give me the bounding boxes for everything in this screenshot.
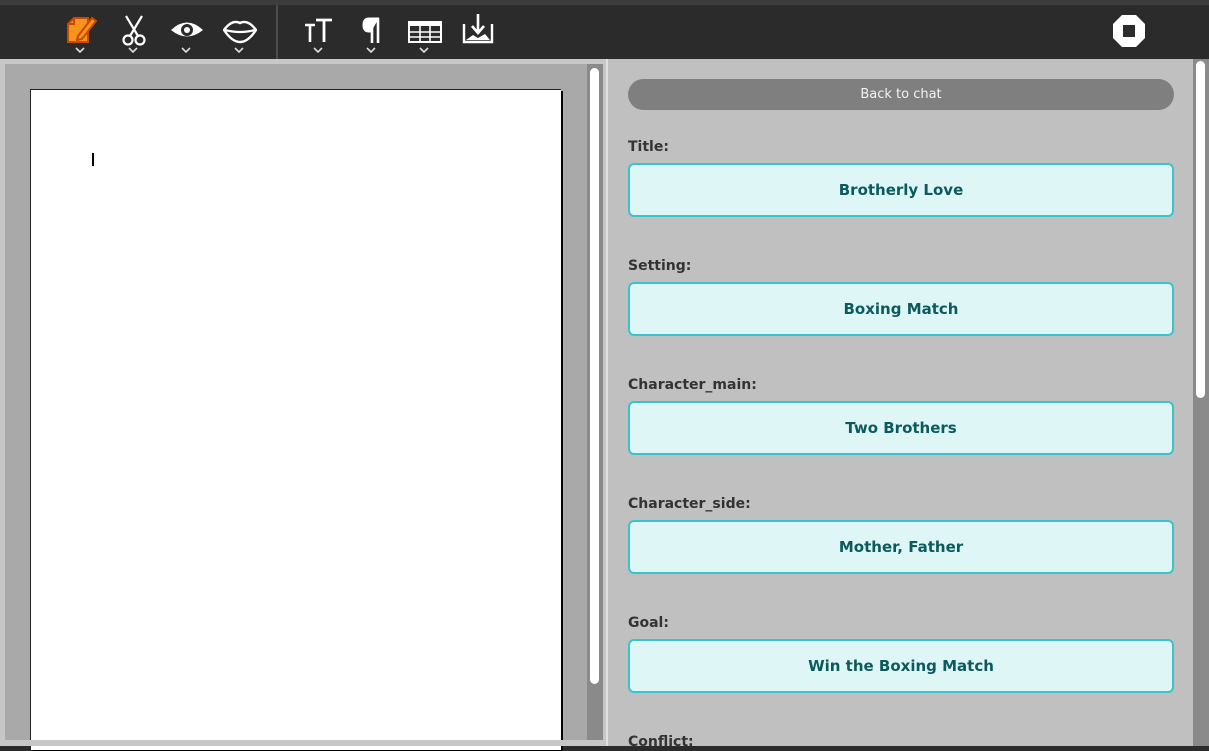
document-canvas	[5, 64, 603, 751]
save-tool-button[interactable]	[455, 5, 499, 59]
chevron-down-icon	[313, 47, 323, 53]
text-caret	[92, 153, 94, 166]
character-side-field[interactable]: Mother, Father	[628, 520, 1174, 574]
character-side-label: Character_side:	[628, 496, 751, 512]
text-size-icon	[305, 18, 332, 42]
document-pane	[0, 59, 606, 751]
setting-field[interactable]: Boxing Match	[628, 282, 1174, 336]
toolbar-separator	[276, 5, 278, 59]
story-form-pane: Back to chat Title: Brotherly Love Setti…	[608, 59, 1209, 746]
download-icon	[462, 14, 494, 44]
setting-label: Setting:	[628, 258, 692, 274]
paragraph-tool-button[interactable]	[349, 5, 393, 59]
goal-field[interactable]: Win the Boxing Match	[628, 639, 1174, 693]
document-scrollbar-thumb[interactable]	[590, 68, 599, 684]
scissors-icon	[122, 15, 146, 46]
stop-icon	[1113, 15, 1145, 47]
goal-label: Goal:	[628, 615, 669, 631]
speak-tool-button[interactable]	[217, 5, 261, 59]
character-main-label: Character_main:	[628, 377, 757, 393]
title-field[interactable]: Brotherly Love	[628, 163, 1174, 217]
view-tool-button[interactable]	[164, 5, 208, 59]
chevron-down-icon	[366, 47, 376, 53]
chevron-down-icon	[75, 47, 85, 53]
chevron-down-icon	[181, 47, 191, 53]
table-icon	[408, 21, 442, 43]
edit-document-icon	[67, 16, 98, 43]
cut-tool-button[interactable]	[111, 5, 155, 59]
text-size-tool-button[interactable]	[296, 5, 340, 59]
eye-icon	[171, 22, 203, 37]
chevron-down-icon	[128, 47, 138, 53]
lips-icon	[223, 20, 257, 44]
document-page[interactable]	[30, 89, 561, 750]
form-scrollbar-thumb[interactable]	[1196, 61, 1205, 398]
form-scrollbar[interactable]	[1193, 59, 1209, 746]
toolbar	[0, 5, 1209, 59]
title-label: Title:	[628, 139, 669, 155]
chevron-down-icon	[234, 47, 244, 53]
table-tool-button[interactable]	[402, 5, 446, 59]
document-pane-bottom	[0, 740, 606, 746]
back-to-chat-button[interactable]: Back to chat	[628, 79, 1174, 110]
stop-button[interactable]	[1108, 10, 1150, 54]
edit-tool-button[interactable]	[58, 5, 102, 59]
conflict-label: Conflict:	[628, 734, 694, 746]
chevron-down-icon	[419, 47, 429, 53]
character-main-field[interactable]: Two Brothers	[628, 401, 1174, 455]
document-scrollbar[interactable]	[587, 64, 603, 742]
pilcrow-icon	[362, 17, 380, 43]
